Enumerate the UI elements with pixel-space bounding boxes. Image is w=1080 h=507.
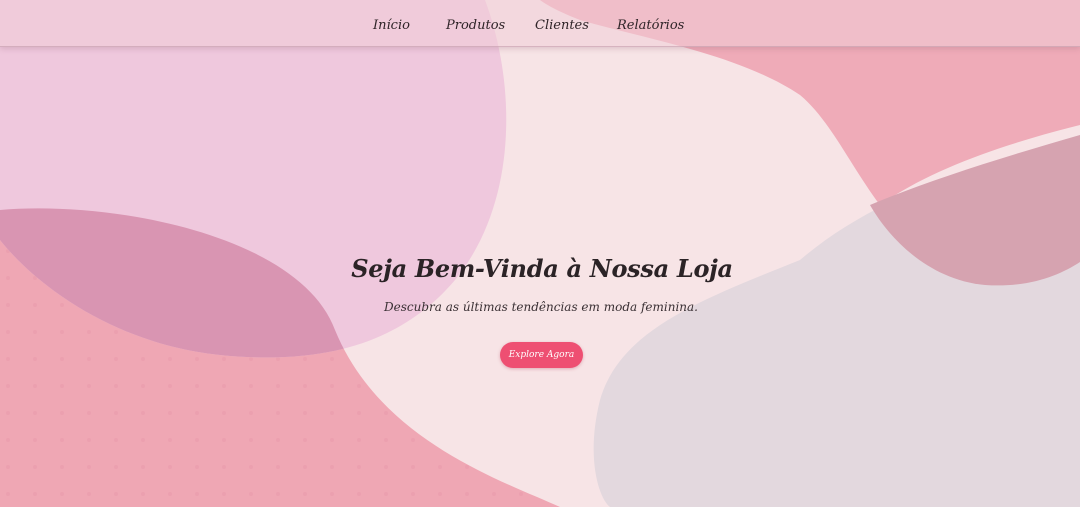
hero-subtitle: Descubra as últimas tendências em moda f…: [384, 300, 698, 314]
explore-button[interactable]: Explore Agora: [500, 342, 583, 368]
hero-section: Seja Bem-Vinda à Nossa Loja Descubra as …: [0, 0, 1080, 507]
top-navbar: Início Produtos Clientes Relatórios: [0, 0, 1080, 47]
nav-link-produtos[interactable]: Produtos: [446, 18, 505, 33]
hero-title: Seja Bem-Vinda à Nossa Loja: [351, 254, 733, 283]
nav-link-inicio[interactable]: Início: [373, 18, 410, 33]
nav-link-clientes[interactable]: Clientes: [535, 18, 589, 33]
nav-link-relatorios[interactable]: Relatórios: [617, 18, 684, 33]
